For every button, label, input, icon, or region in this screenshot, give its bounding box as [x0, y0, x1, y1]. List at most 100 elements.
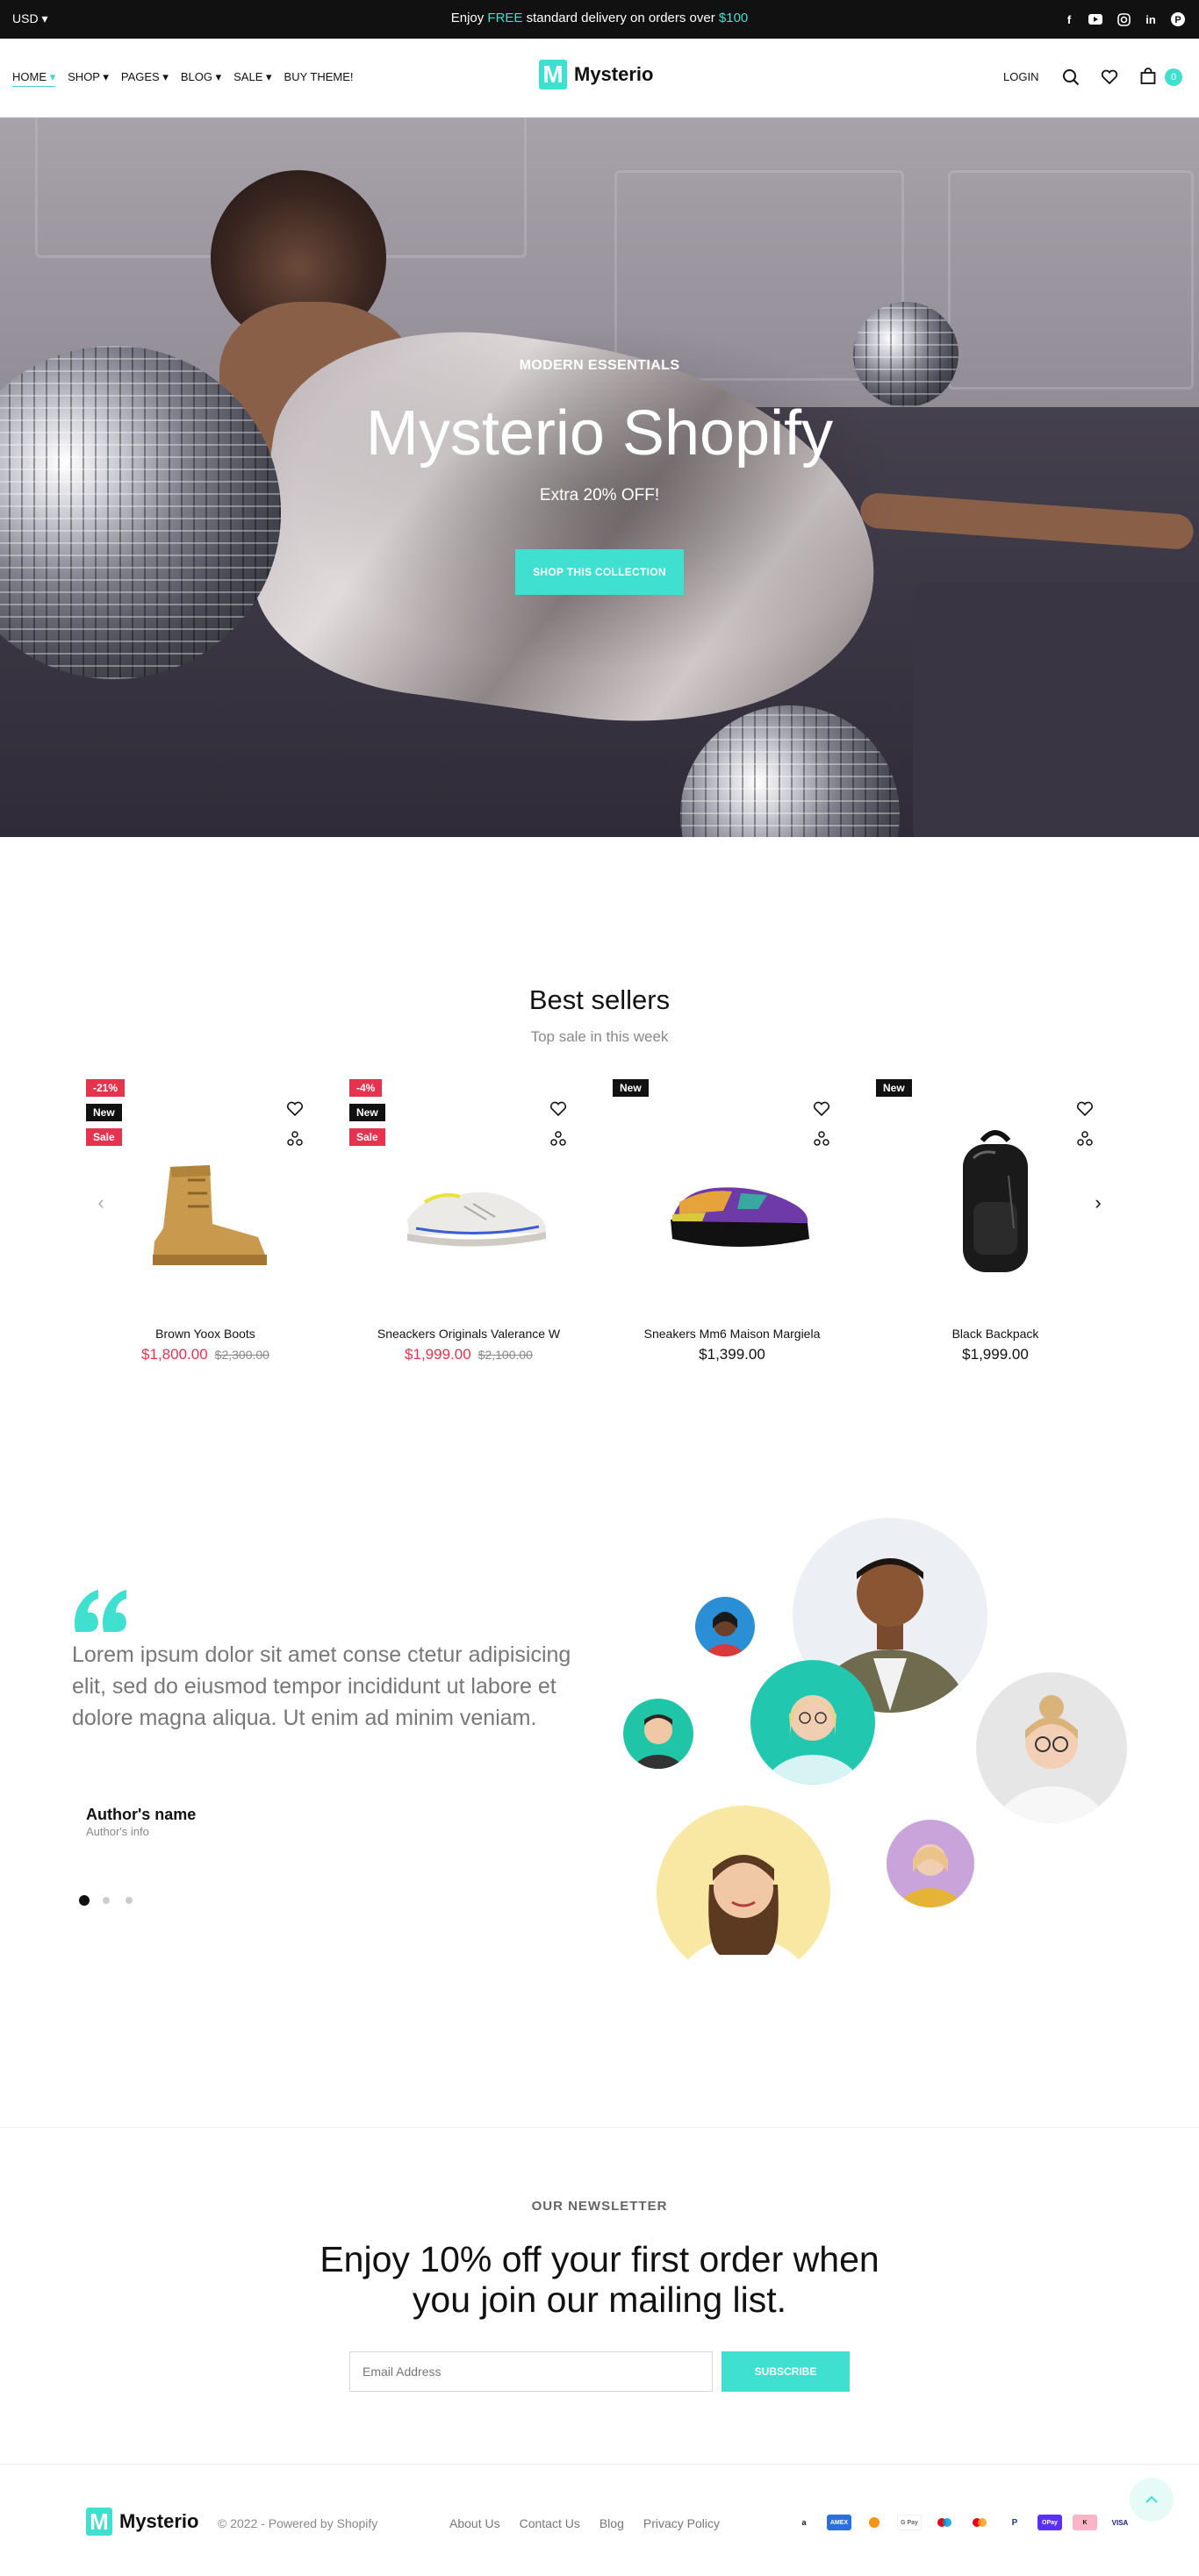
logo-text: Mysterio	[119, 2510, 199, 2532]
main-nav: HOME ▾ SHOP ▾ PAGES ▾ BLOG ▾ SALE ▾ BUY …	[12, 70, 366, 87]
email-field[interactable]	[349, 2351, 713, 2392]
avatar	[695, 1597, 755, 1657]
announcement-bar: USD ▾ Enjoy FREE standard delivery on or…	[0, 0, 1199, 39]
nav-shop[interactable]: SHOP ▾	[68, 70, 109, 87]
visa-icon: VISA	[1108, 2515, 1132, 2530]
product-name[interactable]: Sneackers Originals Valerance W	[337, 1327, 600, 1341]
opay-icon: OPay	[1037, 2515, 1062, 2530]
hero-ottoman	[913, 583, 1199, 837]
product-name[interactable]: Brown Yoox Boots	[74, 1327, 337, 1341]
nav-buy-theme[interactable]: BUY THEME!	[284, 70, 354, 87]
footer-link-blog[interactable]: Blog	[600, 2516, 624, 2530]
bestsellers-title: Best sellers	[528, 984, 671, 1015]
product-name[interactable]: Black Backpack	[864, 1327, 1127, 1341]
shipping-message: Enjoy FREE standard delivery on orders o…	[450, 11, 749, 25]
bestsellers-subtitle: Top sale in this week	[530, 1028, 669, 1045]
hero-title: Mysterio Shopify	[365, 398, 834, 469]
wishlist-heart-icon[interactable]	[1099, 67, 1120, 88]
new-badge: New	[876, 1079, 912, 1097]
slider-dot[interactable]	[126, 1897, 133, 1904]
payment-icons: a AMEX G Pay P OPay K VISA	[792, 2515, 1132, 2530]
site-header: HOME ▾ SHOP ▾ PAGES ▾ BLOG ▾ SALE ▾ BUY …	[0, 39, 1199, 118]
subscribe-button[interactable]: SUBSCRIBE	[722, 2351, 850, 2392]
nav-home[interactable]: HOME ▾	[12, 70, 56, 87]
testimonial-quote: Lorem ipsum dolor sit amet conse ctetur …	[72, 1642, 571, 1730]
section-divider	[0, 2127, 1199, 2128]
logo-text: Mysterio	[574, 63, 654, 85]
footer-link-privacy[interactable]: Privacy Policy	[643, 2516, 720, 2530]
paypal-icon: P	[1002, 2515, 1027, 2530]
product-card[interactable]: New Black Backpack $1,999.00	[864, 1079, 1127, 1377]
avatar	[657, 1806, 830, 1979]
google-pay-icon: G Pay	[897, 2515, 922, 2530]
product-image-backpack[interactable]	[947, 1123, 1044, 1281]
wishlist-heart-icon[interactable]	[1074, 1098, 1095, 1120]
copyright-text: © 2022 - Powered by Shopify	[218, 2516, 378, 2530]
svg-text:P: P	[1174, 15, 1181, 25]
facebook-icon[interactable]: f	[1060, 11, 1078, 28]
cart-bag-icon[interactable]	[1138, 66, 1159, 87]
avatar	[887, 1820, 974, 1907]
cart-count-badge: 0	[1165, 68, 1182, 86]
avatar	[623, 1699, 693, 1769]
product-image-sneakers[interactable]	[390, 1158, 556, 1263]
newsletter-eyebrow: OUR NEWSLETTER	[531, 2199, 668, 2214]
compare-icon[interactable]	[811, 1128, 832, 1149]
product-card[interactable]: -4% New Sale Sneackers Originals Valeran…	[337, 1079, 600, 1377]
klarna-icon: K	[1073, 2515, 1097, 2530]
wall-panel	[948, 170, 1194, 390]
hero-subtitle: Extra 20% OFF!	[539, 486, 660, 504]
discount-badge: -4%	[349, 1079, 383, 1097]
slider-dot-active[interactable]	[79, 1895, 90, 1906]
newsletter-title-line2: you join our mailing list.	[412, 2279, 787, 2320]
newsletter-title-line1: Enjoy 10% off your first order when	[319, 2239, 880, 2279]
slider-dot[interactable]	[103, 1897, 110, 1904]
instagram-icon[interactable]	[1115, 11, 1132, 28]
login-link[interactable]: LOGIN	[1003, 70, 1038, 83]
footer-divider	[0, 2464, 1199, 2465]
amex-icon: AMEX	[827, 2515, 851, 2530]
product-price: $1,999.00 $2,100.00	[405, 1346, 533, 1363]
product-image-boots[interactable]	[135, 1141, 276, 1281]
search-icon[interactable]	[1060, 67, 1081, 88]
hero-eyebrow: MODERN ESSENTIALS	[519, 358, 680, 373]
new-badge: New	[613, 1079, 649, 1097]
nav-blog[interactable]: BLOG ▾	[181, 70, 221, 87]
wishlist-heart-icon[interactable]	[284, 1098, 305, 1120]
youtube-icon[interactable]	[1087, 11, 1104, 28]
new-badge: New	[349, 1104, 385, 1121]
wishlist-heart-icon[interactable]	[811, 1098, 832, 1120]
product-name[interactable]: Sneakers Mm6 Maison Margiela	[600, 1327, 864, 1341]
quote-icon	[72, 1586, 128, 1634]
nav-pages[interactable]: PAGES ▾	[121, 70, 169, 87]
product-card[interactable]: -21% New Sale Brown Yoox Boots $1,800.00…	[74, 1079, 337, 1377]
product-price: $1,800.00 $2,300.00	[141, 1346, 269, 1363]
product-image-platform-sneakers[interactable]	[653, 1158, 820, 1263]
sale-badge: Sale	[86, 1128, 122, 1146]
nav-sale[interactable]: SALE ▾	[233, 70, 271, 87]
discount-badge: -21%	[86, 1079, 126, 1097]
product-card[interactable]: New Sneakers Mm6 Maison Margiela $1,399.…	[600, 1079, 864, 1377]
compare-icon[interactable]	[284, 1128, 305, 1149]
avatar	[976, 1672, 1127, 1823]
linkedin-icon[interactable]: in	[1142, 11, 1160, 28]
sale-badge: Sale	[349, 1128, 385, 1146]
footer-logo[interactable]: M Mysterio	[86, 2508, 198, 2536]
pinterest-icon[interactable]: P	[1169, 11, 1187, 28]
site-logo[interactable]: M Mysterio	[539, 60, 653, 89]
amazon-pay-icon: a	[792, 2515, 816, 2530]
logo-mark: M	[86, 2508, 112, 2536]
bitcoin-icon	[862, 2515, 887, 2530]
new-badge: New	[86, 1104, 122, 1121]
wishlist-heart-icon[interactable]	[548, 1098, 569, 1120]
avatar	[750, 1660, 875, 1785]
compare-icon[interactable]	[548, 1128, 569, 1149]
maestro-icon	[932, 2515, 957, 2530]
scroll-to-top-button[interactable]	[1130, 2478, 1174, 2522]
footer-link-about[interactable]: About Us	[449, 2516, 500, 2530]
shop-collection-button[interactable]: SHOP THIS COLLECTION	[515, 549, 684, 595]
footer-link-contact[interactable]: Contact Us	[520, 2516, 580, 2530]
hero-banner: MODERN ESSENTIALS Mysterio Shopify Extra…	[0, 118, 1199, 837]
logo-mark: M	[539, 60, 567, 89]
compare-icon[interactable]	[1074, 1128, 1095, 1149]
